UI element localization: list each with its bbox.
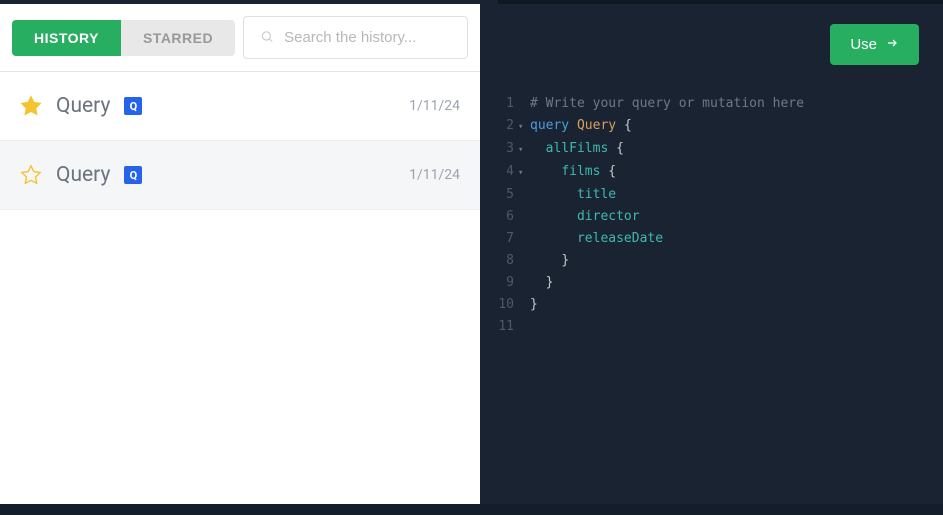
star-icon[interactable] bbox=[20, 164, 42, 186]
preview-header: Use bbox=[480, 4, 943, 81]
history-item-name: Query bbox=[56, 163, 110, 187]
history-item-name: Query bbox=[56, 94, 110, 118]
query-badge: Q bbox=[124, 166, 142, 184]
arrow-right-icon bbox=[885, 36, 899, 53]
star-icon[interactable] bbox=[20, 95, 42, 117]
line-number: 4 bbox=[480, 161, 518, 184]
preview-panel: Use 1 # Write your query or mutation here… bbox=[480, 0, 943, 515]
line-number: 6 bbox=[480, 206, 518, 228]
code-content: allFilms { bbox=[530, 138, 624, 161]
code-content: title bbox=[530, 184, 616, 206]
history-item[interactable]: Query Q 1/11/24 bbox=[0, 141, 480, 210]
code-editor[interactable]: 1# Write your query or mutation here2▾qu… bbox=[480, 81, 943, 515]
line-number: 3 bbox=[480, 138, 518, 161]
search-input[interactable] bbox=[244, 17, 467, 58]
code-content: films { bbox=[530, 161, 616, 184]
fold-icon bbox=[518, 316, 530, 338]
fold-icon bbox=[518, 250, 530, 272]
tab-starred[interactable]: STARRED bbox=[121, 20, 235, 56]
fold-icon bbox=[518, 184, 530, 206]
line-number: 10 bbox=[480, 294, 518, 316]
fold-icon[interactable]: ▾ bbox=[518, 138, 530, 161]
fold-icon bbox=[518, 93, 530, 115]
code-line: 11 bbox=[480, 316, 943, 338]
code-line: 2▾query Query { bbox=[480, 115, 943, 138]
history-toolbar: HISTORY STARRED bbox=[0, 4, 480, 72]
fold-icon[interactable]: ▾ bbox=[518, 161, 530, 184]
code-line: 1 # Write your query or mutation here bbox=[480, 93, 943, 115]
code-line: 9 } bbox=[480, 272, 943, 294]
code-content: } bbox=[530, 250, 569, 272]
tab-history[interactable]: HISTORY bbox=[12, 20, 121, 56]
history-item-date: 1/11/24 bbox=[409, 98, 460, 114]
code-line: 10} bbox=[480, 294, 943, 316]
code-line: 6 director bbox=[480, 206, 943, 228]
query-badge: Q bbox=[124, 97, 142, 115]
line-number: 11 bbox=[480, 316, 518, 338]
code-line: 5 title bbox=[480, 184, 943, 206]
line-number: 8 bbox=[480, 250, 518, 272]
fold-icon bbox=[518, 206, 530, 228]
use-button-label: Use bbox=[850, 36, 877, 53]
search-wrap bbox=[243, 16, 468, 59]
code-content: # Write your query or mutation here bbox=[530, 93, 804, 115]
code-line: 4▾ films { bbox=[480, 161, 943, 184]
code-content: query Query { bbox=[530, 115, 632, 138]
code-line: 3▾ allFilms { bbox=[480, 138, 943, 161]
fold-icon bbox=[518, 294, 530, 316]
bottom-bar bbox=[0, 504, 943, 515]
line-number: 7 bbox=[480, 228, 518, 250]
line-number: 9 bbox=[480, 272, 518, 294]
code-line: 7 releaseDate bbox=[480, 228, 943, 250]
code-content: releaseDate bbox=[530, 228, 663, 250]
fold-icon bbox=[518, 272, 530, 294]
history-item-date: 1/11/24 bbox=[409, 167, 460, 183]
line-number: 1 bbox=[480, 93, 518, 115]
code-line: 8 } bbox=[480, 250, 943, 272]
fold-icon bbox=[518, 228, 530, 250]
history-panel: HISTORY STARRED Query Q 1/11/24 Query Q 1/11/… bbox=[0, 4, 480, 504]
tab-group: HISTORY STARRED bbox=[12, 20, 235, 56]
code-content: } bbox=[530, 294, 538, 316]
use-button[interactable]: Use bbox=[830, 24, 919, 65]
code-content: } bbox=[530, 272, 553, 294]
code-content: director bbox=[530, 206, 640, 228]
history-list: Query Q 1/11/24 Query Q 1/11/24 bbox=[0, 72, 480, 504]
fold-icon[interactable]: ▾ bbox=[518, 115, 530, 138]
history-item[interactable]: Query Q 1/11/24 bbox=[0, 72, 480, 141]
line-number: 2 bbox=[480, 115, 518, 138]
line-number: 5 bbox=[480, 184, 518, 206]
